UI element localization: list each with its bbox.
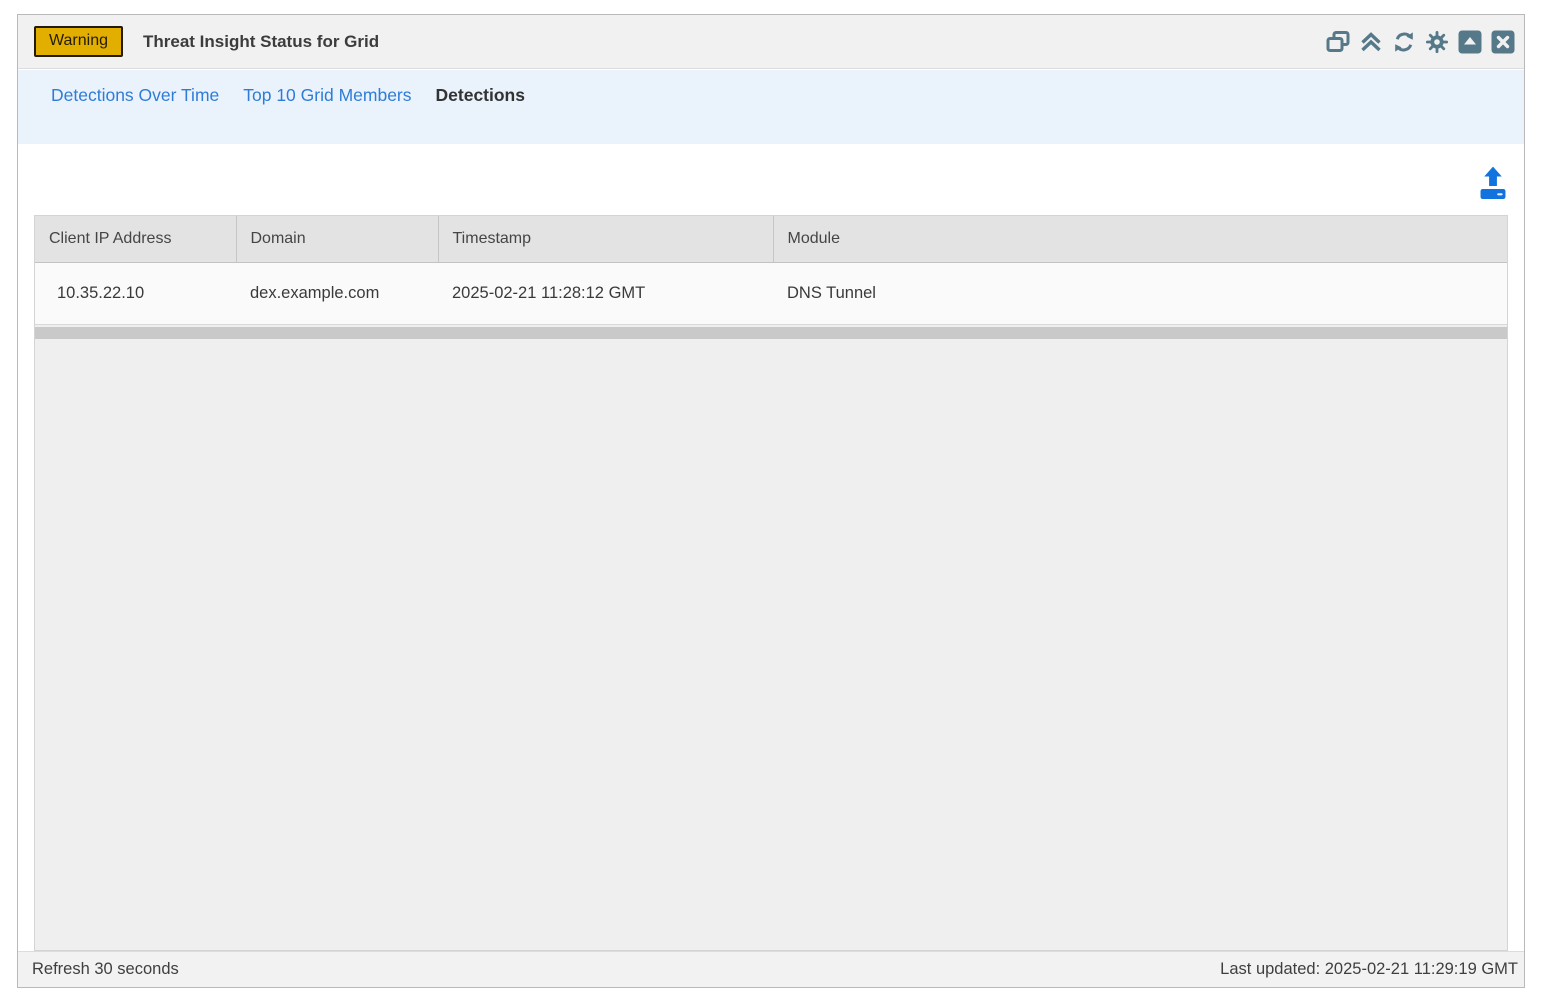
cell-client-ip: 10.35.22.10 bbox=[35, 262, 236, 324]
column-header-module[interactable]: Module bbox=[773, 216, 1507, 262]
tab-top-10-grid-members[interactable]: Top 10 Grid Members bbox=[243, 85, 411, 106]
column-header-client-ip[interactable]: Client IP Address bbox=[35, 216, 236, 262]
threat-insight-widget: Warning Threat Insight Status for Grid bbox=[17, 14, 1525, 988]
widget-titlebar: Warning Threat Insight Status for Grid bbox=[18, 15, 1524, 69]
last-updated-text: Last updated: 2025-02-21 11:29:19 GMT bbox=[1220, 960, 1518, 979]
horizontal-scrollbar[interactable] bbox=[35, 327, 1507, 339]
table-row[interactable]: 10.35.22.10 dex.example.com 2025-02-21 1… bbox=[35, 262, 1507, 324]
popout-icon[interactable] bbox=[1325, 29, 1351, 55]
widget-title: Threat Insight Status for Grid bbox=[143, 32, 379, 52]
detections-table: Client IP Address Domain Timestamp Modul… bbox=[35, 216, 1507, 325]
tab-detections-over-time[interactable]: Detections Over Time bbox=[51, 85, 219, 106]
close-icon[interactable] bbox=[1490, 29, 1516, 55]
settings-gear-icon[interactable] bbox=[1424, 29, 1450, 55]
refresh-icon[interactable] bbox=[1391, 29, 1417, 55]
column-header-timestamp[interactable]: Timestamp bbox=[438, 216, 773, 262]
collapse-all-icon[interactable] bbox=[1358, 29, 1384, 55]
cell-module: DNS Tunnel bbox=[773, 262, 1507, 324]
detections-grid: Client IP Address Domain Timestamp Modul… bbox=[34, 215, 1508, 951]
refresh-interval-text: Refresh 30 seconds bbox=[32, 960, 179, 979]
widget-toolbar bbox=[1325, 29, 1516, 55]
minimize-icon[interactable] bbox=[1457, 29, 1483, 55]
cell-domain: dex.example.com bbox=[236, 262, 438, 324]
tab-detections[interactable]: Detections bbox=[436, 85, 525, 106]
export-upload-icon[interactable] bbox=[1477, 164, 1509, 202]
widget-footer: Refresh 30 seconds Last updated: 2025-02… bbox=[18, 951, 1524, 987]
cell-timestamp: 2025-02-21 11:28:12 GMT bbox=[438, 262, 773, 324]
status-badge: Warning bbox=[34, 26, 123, 57]
table-header-row: Client IP Address Domain Timestamp Modul… bbox=[35, 216, 1507, 262]
export-strip bbox=[18, 144, 1524, 215]
column-header-domain[interactable]: Domain bbox=[236, 216, 438, 262]
widget-tabs: Detections Over Time Top 10 Grid Members… bbox=[18, 70, 1524, 144]
